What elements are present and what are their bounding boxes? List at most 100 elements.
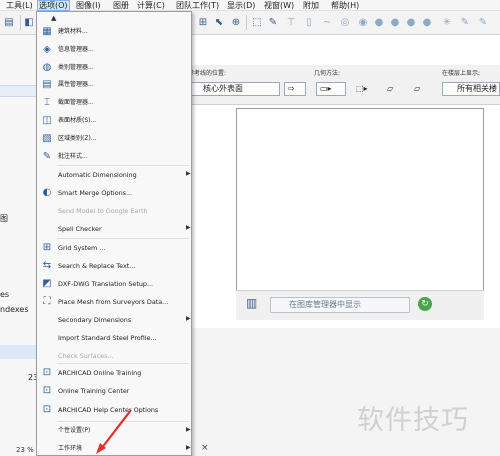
submenu-arrow-icon: ▶ <box>186 224 191 231</box>
menu-item[interactable]: ▧ 区域类别(Z)... <box>37 130 191 148</box>
menu-tools[interactable]: 工具(L) <box>6 0 33 11</box>
geometry-double-slanted-button[interactable]: ▱ <box>410 82 428 96</box>
left-panel-label: 图 <box>0 214 8 223</box>
menu-options[interactable]: 选项(O) <box>37 0 70 11</box>
arc-icon[interactable]: ⊤ <box>284 15 298 29</box>
spiral-icon[interactable]: ◎ <box>338 15 352 29</box>
menu-item[interactable]: ⇆ Search & Replace Text... <box>37 257 191 275</box>
drawing-canvas[interactable] <box>236 108 484 320</box>
menu-item-label: Send Model to Google Earth <box>58 207 148 215</box>
menu-item[interactable]: ⌶ 截面管理器... <box>37 94 191 112</box>
menu-item[interactable]: ⊞ Grid System ... <box>37 239 191 257</box>
left-panel-label: es <box>0 290 10 299</box>
geometry-trapezoid-button[interactable]: ⬚▸ <box>352 82 376 96</box>
menu-item[interactable]: ◈ 信息管理器... <box>37 41 191 59</box>
menu-item[interactable]: ◫ 表面材质(S)... <box>37 112 191 130</box>
menu-item-label: Online Training Center <box>58 387 130 395</box>
menu-item[interactable]: ⛶ Place Mesh from Surveyors Data... <box>37 293 191 311</box>
menu-item-label: 区域类别(Z)... <box>58 135 97 142</box>
menu-item-label: 类别管理器... <box>58 64 94 71</box>
menu-item-label: Smart Merge Options... <box>58 189 133 197</box>
menu-item[interactable]: ◩ DXF-DWG Translation Setup... <box>37 275 191 293</box>
tag-icon: ◈ <box>43 44 51 55</box>
pointer-icon[interactable]: ⬉ <box>212 15 226 29</box>
close-icon[interactable]: × <box>201 443 209 453</box>
menu-separator <box>57 238 189 239</box>
menu-item[interactable]: Secondary Dimensions ▶ <box>37 311 191 329</box>
measure-icon[interactable]: ✎ <box>266 15 280 29</box>
left-panel-row[interactable] <box>0 85 38 97</box>
menu-window[interactable]: 视窗(W) <box>264 0 294 11</box>
geometry-straight-button[interactable]: ▭▸ <box>316 82 346 96</box>
menu-item[interactable]: 个性设置(P) ▶ <box>37 422 191 440</box>
zoom-region-icon[interactable]: ⬚ <box>250 15 264 29</box>
menu-item-label: Spell Checker <box>58 225 102 233</box>
reference-line-toggle[interactable]: ⇨ <box>284 82 306 96</box>
menu-item[interactable]: ⊡ Online Training Center <box>37 382 191 400</box>
menu-item-label: 批注样式... <box>58 153 88 160</box>
search-replace-icon: ⇆ <box>42 260 52 271</box>
left-panel-selected-row[interactable] <box>0 345 38 359</box>
menu-item-label: DXF-DWG Translation Setup... <box>58 280 154 288</box>
zoom-readout: 23 % <box>16 446 34 454</box>
offset-icon[interactable]: ◉ <box>356 15 370 29</box>
menu-item[interactable]: ⊡ ARCHICAD Online Training <box>37 364 191 382</box>
menu-item[interactable]: ✎ 批注样式... <box>37 148 191 166</box>
edit-icon[interactable]: ✎ <box>458 15 472 29</box>
menu-item[interactable]: ⊡ ARCHICAD Help Center Options <box>37 401 191 419</box>
open-file-icon[interactable]: ◧ <box>22 15 36 29</box>
menu-help[interactable]: 帮助(H) <box>331 0 359 11</box>
scroll-up-icon[interactable]: ▲ <box>51 14 56 22</box>
menu-teamwork[interactable]: 团队工作(T) <box>176 0 219 11</box>
menu-item[interactable]: 工作环境 ▶ <box>37 440 191 456</box>
menu-calculate[interactable]: 计算(C) <box>137 0 165 11</box>
trim-icon[interactable]: ✎ <box>476 15 490 29</box>
refresh-icon[interactable]: ↻ <box>418 297 432 311</box>
materials-icon: ▦ <box>42 26 52 37</box>
menu-book[interactable]: 图册 <box>113 0 129 11</box>
markup-icon: ✎ <box>42 151 52 162</box>
menu-separator <box>57 165 189 166</box>
shape-2-icon[interactable]: ● <box>404 15 418 29</box>
menu-item[interactable]: Import Standard Steel Profile... <box>37 329 191 347</box>
left-panel-text <box>0 117 3 126</box>
submenu-arrow-icon: ▶ <box>186 315 191 322</box>
menu-item-label: 表面材质(S)... <box>58 117 97 124</box>
submenu-arrow-icon: ▶ <box>186 170 191 177</box>
shape-1-icon[interactable]: ● <box>388 15 402 29</box>
floor-display-select[interactable]: 所有相关楼 <box>442 82 500 96</box>
menu-separator <box>57 363 189 364</box>
curve-icon[interactable]: ∼ <box>320 15 334 29</box>
profile-icon: ⌶ <box>44 97 50 108</box>
lock-icon[interactable]: ⊕ <box>229 15 243 29</box>
select-icon[interactable]: ⊞ <box>196 15 210 29</box>
menu-item[interactable]: ▦ 建筑材料... <box>37 23 191 41</box>
menu-item-label: 截面管理器... <box>58 99 94 106</box>
menu-item[interactable]: ◐ Smart Merge Options... <box>37 184 191 202</box>
shape-3-icon[interactable]: ● <box>420 15 434 29</box>
rotate-icon[interactable]: ▯ <box>302 15 316 29</box>
geometry-slanted-button[interactable]: ▱ <box>383 82 401 96</box>
training-icon: ⊡ <box>42 385 52 396</box>
new-file-icon[interactable]: ▤ <box>2 15 16 29</box>
library-icon[interactable]: ▥ <box>246 296 257 310</box>
menu-item-label: Secondary Dimensions <box>58 316 132 324</box>
menu-item[interactable]: Automatic Dimensioning ▶ <box>37 166 191 184</box>
dxf-icon: ◩ <box>42 278 52 289</box>
menu-item[interactable]: ▤ 属性管理器... <box>37 76 191 94</box>
toolbar-separator <box>246 15 247 30</box>
magic-wand-icon[interactable]: ✳ <box>440 15 454 29</box>
training-icon: ⊡ <box>42 404 52 415</box>
fill-icon[interactable]: ● <box>372 15 386 29</box>
menu-image[interactable]: 图像(I) <box>76 0 101 11</box>
toolbar-separator <box>20 15 21 30</box>
menu-item[interactable]: ◍ 类别管理器... <box>37 59 191 77</box>
show-in-library-button[interactable]: 在图库管理器中显示 <box>270 297 410 313</box>
reference-line-select[interactable]: 核心外表面 <box>190 82 280 96</box>
menu-item-label: 工作环境 <box>58 445 83 452</box>
menu-display[interactable]: 显示(D) <box>227 0 255 11</box>
surface-icon: ◫ <box>42 115 52 126</box>
menu-item[interactable]: Spell Checker ▶ <box>37 220 191 238</box>
menu-addons[interactable]: 附加 <box>303 0 319 11</box>
menu-item-label: Place Mesh from Surveyors Data... <box>58 298 169 306</box>
